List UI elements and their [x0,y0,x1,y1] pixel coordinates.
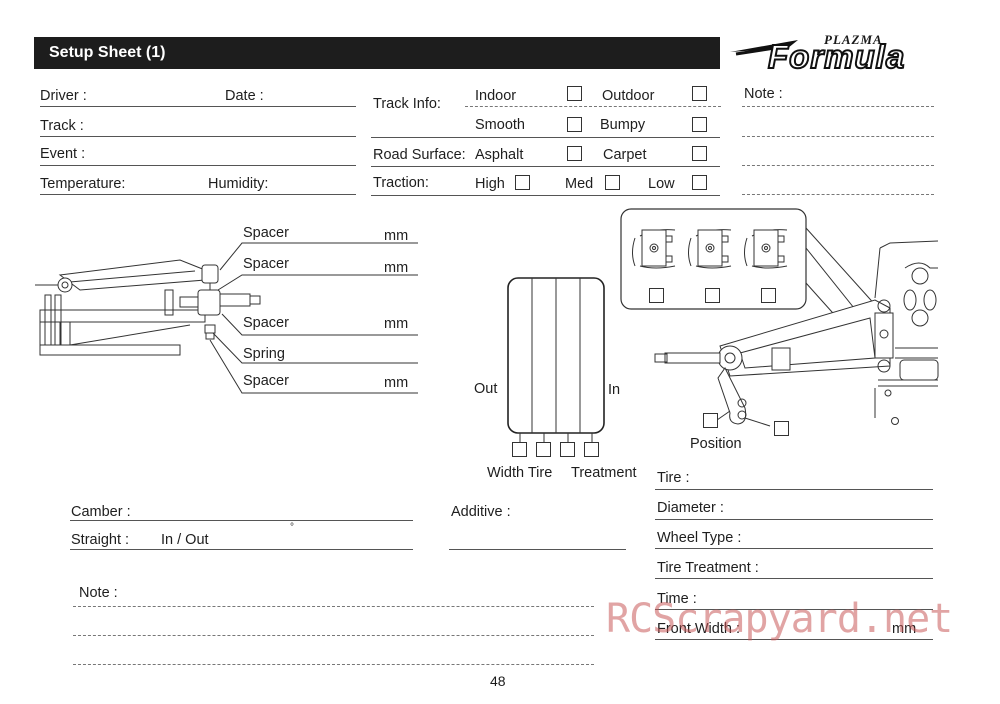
tire-diagram [507,277,605,442]
option-bumpy-label: Bumpy [600,117,646,133]
indoor-checkbox[interactable] [567,86,582,101]
traction-underline [371,195,720,196]
note-bottom-line-3[interactable] [73,664,594,665]
page-number: 48 [490,673,506,689]
steering-position-upper-checkbox[interactable] [703,413,718,428]
option-carpet-label: Carpet [603,147,647,163]
note-bottom-label: Note : [79,585,118,601]
camber-field[interactable] [70,520,413,521]
position-option-2-checkbox[interactable] [705,288,720,303]
camber-label: Camber : [71,504,131,520]
track-field[interactable] [40,136,356,137]
traction-label: Traction: [373,175,429,191]
position-label: Position [690,436,742,452]
tire-zone-4-checkbox[interactable] [584,442,599,457]
tire-zone-2-checkbox[interactable] [536,442,551,457]
tire-caption-width: Width Tire [487,465,553,481]
option-asphalt-label: Asphalt [475,147,524,163]
track-info-label: Track Info: [373,96,441,112]
diameter-field[interactable] [655,519,933,520]
diameter-label: Diameter : [657,500,724,516]
page-title: Setup Sheet (1) [49,44,166,61]
event-label: Event : [40,146,86,162]
tire-zone-3-checkbox[interactable] [560,442,575,457]
option-smooth-label: Smooth [475,117,525,133]
tire-field[interactable] [655,489,933,490]
degree-symbol: ° [290,522,294,533]
note-top-label: Note : [744,86,783,102]
spacer-1-unit: mm [384,228,409,244]
watermark: RCScrapyard.net [606,596,953,642]
tire-zone-1-checkbox[interactable] [512,442,527,457]
event-field[interactable] [40,165,356,166]
tire-out-label: Out [474,381,498,397]
straight-in-out: In / Out [161,532,209,548]
spacer-2-unit: mm [384,260,409,276]
tire-treatment-field[interactable] [655,578,933,579]
position-option-3-checkbox[interactable] [761,288,776,303]
additive-field[interactable] [449,549,626,550]
spring-label: Spring [243,346,285,362]
brand-logo: PLAZMA Formula [728,32,938,76]
tire-label: Tire : [657,470,690,486]
date-label: Date : [225,88,264,104]
straight-field[interactable] [70,549,413,550]
med-checkbox[interactable] [605,175,620,190]
high-checkbox[interactable] [515,175,530,190]
additive-label: Additive : [451,504,511,520]
steering-position-diagram [620,208,939,427]
track-info-underline [371,137,720,138]
spacer-3-label: Spacer [243,315,289,331]
wheel-type-field[interactable] [655,548,933,549]
spacer-2-label: Spacer [243,256,289,272]
track-label: Track : [40,118,84,134]
note-bottom-line-1[interactable] [73,606,594,607]
note-top-line-1[interactable] [742,106,934,107]
spacer-3-unit: mm [384,316,409,332]
front-suspension-diagram [35,242,418,394]
spacer-4-label: Spacer [243,373,289,389]
humidity-label: Humidity: [208,176,269,192]
road-surface-underline [371,166,720,167]
note-top-line-4[interactable] [742,194,934,195]
spacer-1-label: Spacer [243,225,289,241]
carpet-checkbox[interactable] [692,146,707,161]
low-checkbox[interactable] [692,175,707,190]
smooth-checkbox[interactable] [567,117,582,132]
bumpy-checkbox[interactable] [692,117,707,132]
straight-label: Straight : [71,532,130,548]
wheel-type-label: Wheel Type : [657,530,742,546]
road-surface-label: Road Surface: [373,147,466,163]
asphalt-checkbox[interactable] [567,146,582,161]
tire-in-label: In [608,382,621,398]
track-info-divider [465,106,721,107]
spacer-4-unit: mm [384,375,409,391]
tire-caption-treatment: Treatment [571,465,637,481]
option-med-label: Med [565,176,594,192]
logo-formula: Formula [767,37,906,76]
outdoor-checkbox[interactable] [692,86,707,101]
note-top-line-3[interactable] [742,165,934,166]
tire-treatment-label: Tire Treatment : [657,560,759,576]
option-high-label: High [475,176,505,192]
driver-date-field[interactable] [40,106,356,107]
driver-label: Driver : [40,88,87,104]
temperature-humidity-field[interactable] [40,194,356,195]
temperature-label: Temperature: [40,176,126,192]
option-outdoor-label: Outdoor [602,88,655,104]
position-option-1-checkbox[interactable] [649,288,664,303]
option-indoor-label: Indoor [475,88,517,104]
steering-position-lower-checkbox[interactable] [774,421,789,436]
note-top-line-2[interactable] [742,136,934,137]
note-bottom-line-2[interactable] [73,635,594,636]
option-low-label: Low [648,176,675,192]
